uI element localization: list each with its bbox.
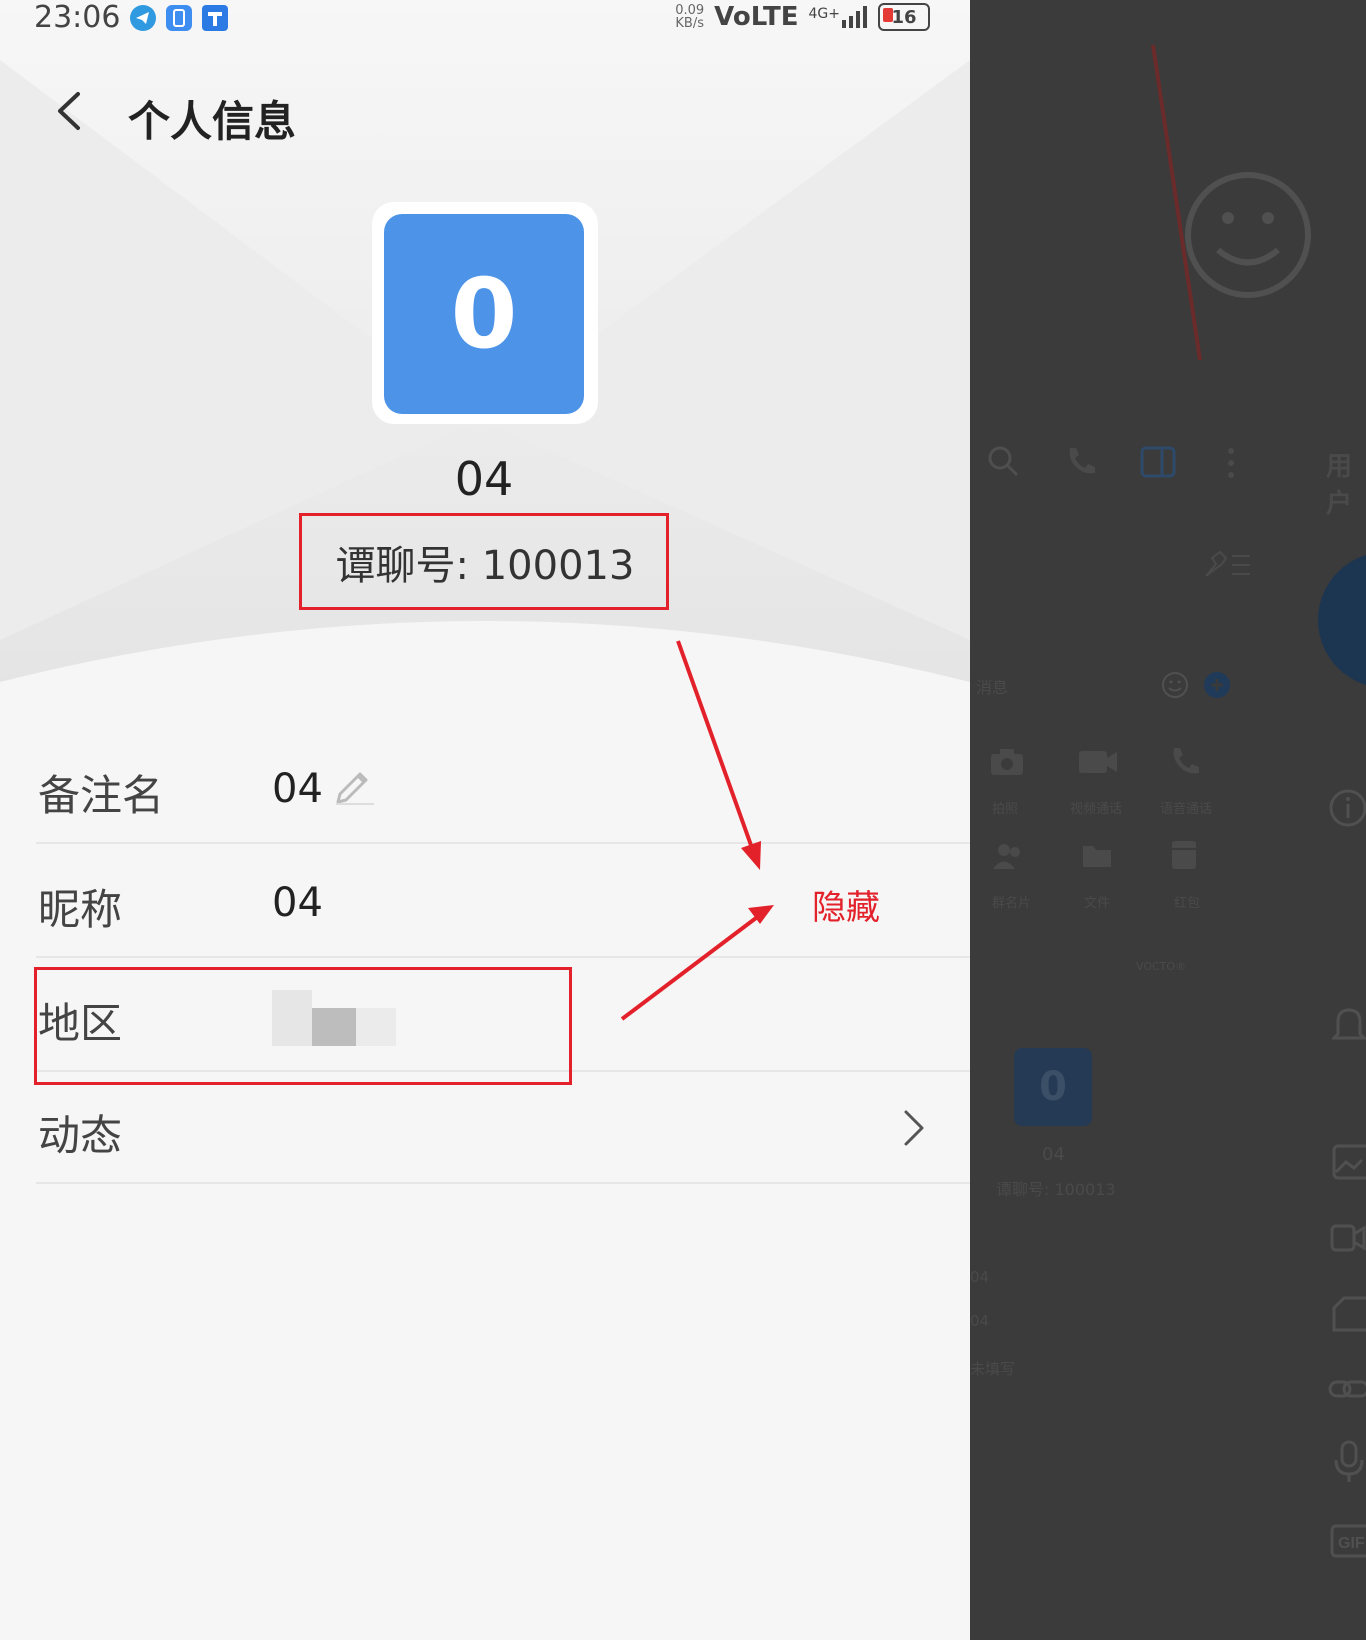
gif-icon: GIF bbox=[1330, 1524, 1366, 1558]
pin-list-icon bbox=[1205, 550, 1250, 577]
status-bar-left: 23:06 bbox=[34, 0, 229, 35]
annotation-label: 隐藏 bbox=[812, 888, 880, 928]
file-icon bbox=[1332, 1296, 1366, 1332]
mini-id: 谭聊号: 100013 bbox=[996, 1180, 1116, 1199]
net-speed-unit: KB/s bbox=[675, 16, 704, 31]
attach-item-label: 红包 bbox=[1174, 896, 1201, 911]
highlight-box-id bbox=[299, 513, 669, 610]
chevron-left-icon bbox=[58, 92, 80, 130]
highlight-box-region bbox=[34, 967, 572, 1085]
row-remark-name[interactable]: 备注名 04 bbox=[36, 732, 970, 844]
mini-row: 04 bbox=[970, 1268, 990, 1286]
background-pattern bbox=[1151, 44, 1311, 361]
page-title: 个人信息 bbox=[128, 97, 297, 146]
attach-item-label: 视频通话 bbox=[1070, 802, 1123, 817]
watermark: VOCTO® bbox=[1136, 960, 1187, 973]
attach-item-label: 语音通话 bbox=[1160, 802, 1213, 817]
video-call-icon bbox=[1079, 751, 1117, 773]
network-type: 4G+ bbox=[808, 6, 841, 22]
background-window: 用户 消息 拍照 视频通话 语音通话 群名片 文件 红包 VOCTO® GIF … bbox=[970, 0, 1366, 1640]
battery-icon: 16 bbox=[878, 3, 930, 31]
attach-item-label: 群名片 bbox=[992, 896, 1032, 911]
svg-text:GIF: GIF bbox=[1338, 1535, 1365, 1552]
display-name: 04 bbox=[454, 452, 514, 506]
contact-card-icon bbox=[993, 844, 1020, 869]
pencil-icon[interactable] bbox=[332, 762, 376, 806]
row-value: 04 bbox=[272, 766, 323, 812]
camera-icon bbox=[991, 749, 1023, 775]
telegram-icon bbox=[130, 4, 157, 31]
mini-row: 04 bbox=[970, 1312, 990, 1330]
attach-item-label: 拍照 bbox=[992, 802, 1019, 817]
row-label: 动态 bbox=[38, 1111, 123, 1160]
row-label: 昵称 bbox=[38, 885, 123, 934]
search-icon bbox=[988, 446, 1019, 477]
background-input-placeholder: 消息 bbox=[976, 678, 1009, 697]
battery-level: 16 bbox=[891, 6, 917, 28]
mini-row: 未填写 bbox=[970, 1360, 1016, 1378]
row-value: 04 bbox=[272, 880, 323, 926]
bell-icon bbox=[1332, 1008, 1366, 1040]
red-packet-icon bbox=[1172, 841, 1196, 869]
video-icon bbox=[1330, 1224, 1366, 1252]
status-time: 23:06 bbox=[34, 0, 121, 35]
link-icon bbox=[1328, 1380, 1366, 1398]
signal-icon: 4G+ bbox=[809, 6, 869, 28]
image-icon bbox=[1332, 1144, 1366, 1180]
background-header-label: 用户 bbox=[1326, 452, 1353, 519]
more-vertical-icon bbox=[1228, 448, 1234, 478]
back-button[interactable] bbox=[50, 88, 90, 134]
sidebar-toggle-icon bbox=[1140, 446, 1176, 478]
profile-screen: 23:06 0.09 KB/s VoLTE 4G+ 16 个人信息 0 04 谭… bbox=[0, 0, 970, 1640]
microphone-icon bbox=[1334, 1440, 1364, 1482]
row-moments[interactable]: 动态 bbox=[36, 1072, 970, 1184]
plus-circle-icon bbox=[1204, 672, 1230, 698]
emoji-icon bbox=[1162, 672, 1188, 698]
status-bar-right: 0.09 KB/s VoLTE 4G+ 16 bbox=[675, 0, 930, 34]
blue-circle-shape bbox=[1318, 555, 1366, 685]
phone-icon bbox=[1069, 448, 1095, 474]
attach-item-label: 文件 bbox=[1084, 896, 1111, 911]
network-label: VoLTE bbox=[714, 2, 799, 32]
avatar[interactable]: 0 bbox=[384, 214, 584, 414]
info-icon bbox=[1329, 789, 1366, 827]
mini-avatar: 0 bbox=[1014, 1048, 1092, 1126]
row-label: 备注名 bbox=[38, 771, 165, 820]
battery-app-icon bbox=[166, 4, 193, 31]
folder-icon bbox=[1083, 846, 1111, 867]
chevron-right-icon bbox=[904, 1110, 924, 1146]
mini-name: 04 bbox=[1042, 1144, 1065, 1165]
voice-call-icon bbox=[1173, 748, 1199, 774]
t-app-icon bbox=[202, 4, 229, 31]
net-speed: 0.09 KB/s bbox=[675, 4, 704, 30]
